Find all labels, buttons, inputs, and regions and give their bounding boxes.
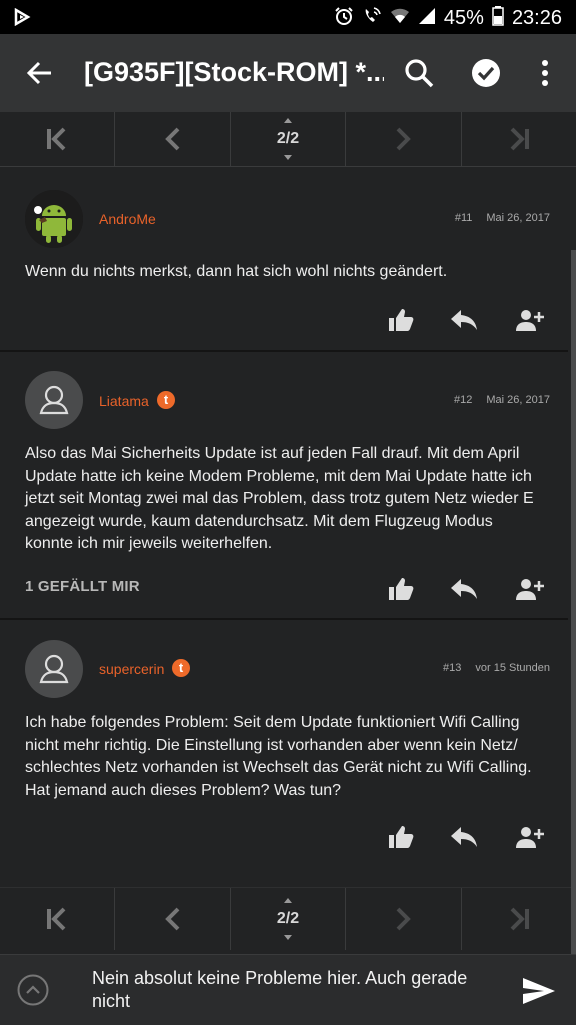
scrollbar[interactable]: [571, 250, 576, 955]
last-page-button[interactable]: [462, 112, 576, 166]
likes-count[interactable]: 1 GEFÄLLT MIR: [25, 578, 140, 595]
reply-icon[interactable]: [450, 578, 478, 600]
notification-icon: [14, 7, 32, 31]
first-page-button[interactable]: [0, 888, 116, 950]
send-icon[interactable]: [522, 977, 556, 1010]
post-meta: #12 Mai 26, 2017: [454, 394, 550, 406]
team-badge: t: [172, 659, 190, 677]
username[interactable]: Liatama: [99, 393, 149, 409]
wifi-icon: [390, 7, 410, 30]
post-number[interactable]: #13: [443, 662, 461, 674]
pager-top: 2/2: [0, 112, 576, 167]
first-page-icon: [47, 127, 66, 151]
post-date: vor 15 Stunden: [475, 662, 550, 674]
next-page-button[interactable]: [346, 888, 462, 950]
user-icon: [39, 385, 69, 415]
team-badge: t: [157, 391, 175, 409]
app-bar: [G935F][Stock-ROM] *...: [0, 34, 576, 112]
emoji-toggle-icon[interactable]: [17, 974, 49, 1006]
caret-down-icon: [284, 155, 293, 160]
post-11: AndroMe #11 Mai 26, 2017 Wenn du nichts m…: [0, 170, 568, 352]
caret-up-icon: [284, 898, 293, 903]
avatar[interactable]: [25, 371, 83, 429]
battery-icon: [492, 6, 504, 31]
reply-icon[interactable]: [450, 309, 478, 331]
post-number[interactable]: #12: [454, 394, 472, 406]
alarm-icon: [334, 6, 354, 31]
thread-title: [G935F][Stock-ROM] *...: [84, 57, 384, 87]
post-text: Wenn du nichts merkst, dann hat sich woh…: [25, 263, 448, 280]
page-indicator: 2/2: [276, 130, 300, 147]
avatar[interactable]: [25, 190, 83, 248]
chevron-right-icon: [397, 127, 412, 151]
android-avatar-icon: [25, 190, 83, 248]
first-page-button[interactable]: [0, 112, 116, 166]
prev-page-button[interactable]: [115, 888, 231, 950]
like-icon[interactable]: [388, 308, 414, 332]
post-number[interactable]: #11: [455, 212, 473, 224]
like-icon[interactable]: [388, 825, 414, 849]
post-meta: #11 Mai 26, 2017: [455, 212, 550, 224]
chevron-left-icon: [164, 907, 180, 931]
next-page-button[interactable]: [346, 112, 462, 166]
caret-up-icon: [284, 118, 293, 123]
add-friend-icon[interactable]: [514, 826, 544, 848]
username[interactable]: supercerin: [99, 661, 164, 677]
post-actions: [388, 825, 544, 849]
wifi-call-icon: [362, 6, 382, 31]
add-friend-icon[interactable]: [514, 578, 544, 600]
post-actions: [388, 577, 544, 601]
chevron-left-icon: [164, 127, 180, 151]
reply-icon[interactable]: [450, 826, 478, 848]
post-text: Ich habe folgendes Problem: Seit dem Upd…: [25, 714, 532, 799]
subscribe-check-icon[interactable]: [469, 56, 503, 90]
post-12: Liatama t #12 Mai 26, 2017 Also das Mai S…: [0, 352, 568, 620]
username[interactable]: AndroMe: [99, 211, 156, 227]
last-page-button[interactable]: [462, 888, 576, 950]
user-icon: [39, 654, 69, 684]
post-13: supercerin t #13 vor 15 Stunden Ich habe …: [0, 620, 568, 886]
post-actions: [388, 308, 544, 332]
avatar[interactable]: [25, 640, 83, 698]
pager-bottom: 2/2: [0, 887, 576, 950]
post-date: Mai 26, 2017: [486, 394, 550, 406]
clock: 23:26: [511, 7, 562, 29]
signal-icon: [418, 7, 436, 30]
post-date: Mai 26, 2017: [486, 212, 550, 224]
page-selector[interactable]: 2/2: [231, 112, 347, 166]
status-bar: 45% 23:26: [0, 0, 576, 34]
post-text: Also das Mai Sicherheits Update ist auf …: [25, 445, 534, 552]
chevron-right-icon: [397, 907, 412, 931]
prev-page-button[interactable]: [115, 112, 231, 166]
caret-down-icon: [284, 935, 293, 940]
more-options-icon[interactable]: [530, 56, 564, 90]
reply-composer: Nein absolut keine Probleme hier. Auch g…: [0, 954, 576, 1025]
back-arrow-icon[interactable]: [24, 58, 54, 88]
reply-input[interactable]: Nein absolut keine Probleme hier. Auch g…: [92, 967, 502, 1013]
page-indicator: 2/2: [276, 910, 300, 927]
last-page-icon: [510, 907, 529, 931]
post-meta: #13 vor 15 Stunden: [443, 662, 550, 674]
like-icon[interactable]: [388, 577, 414, 601]
last-page-icon: [510, 127, 529, 151]
add-friend-icon[interactable]: [514, 309, 544, 331]
battery-percent: 45%: [443, 7, 484, 29]
search-icon[interactable]: [402, 56, 436, 90]
page-selector[interactable]: 2/2: [231, 888, 347, 950]
first-page-icon: [47, 907, 66, 931]
